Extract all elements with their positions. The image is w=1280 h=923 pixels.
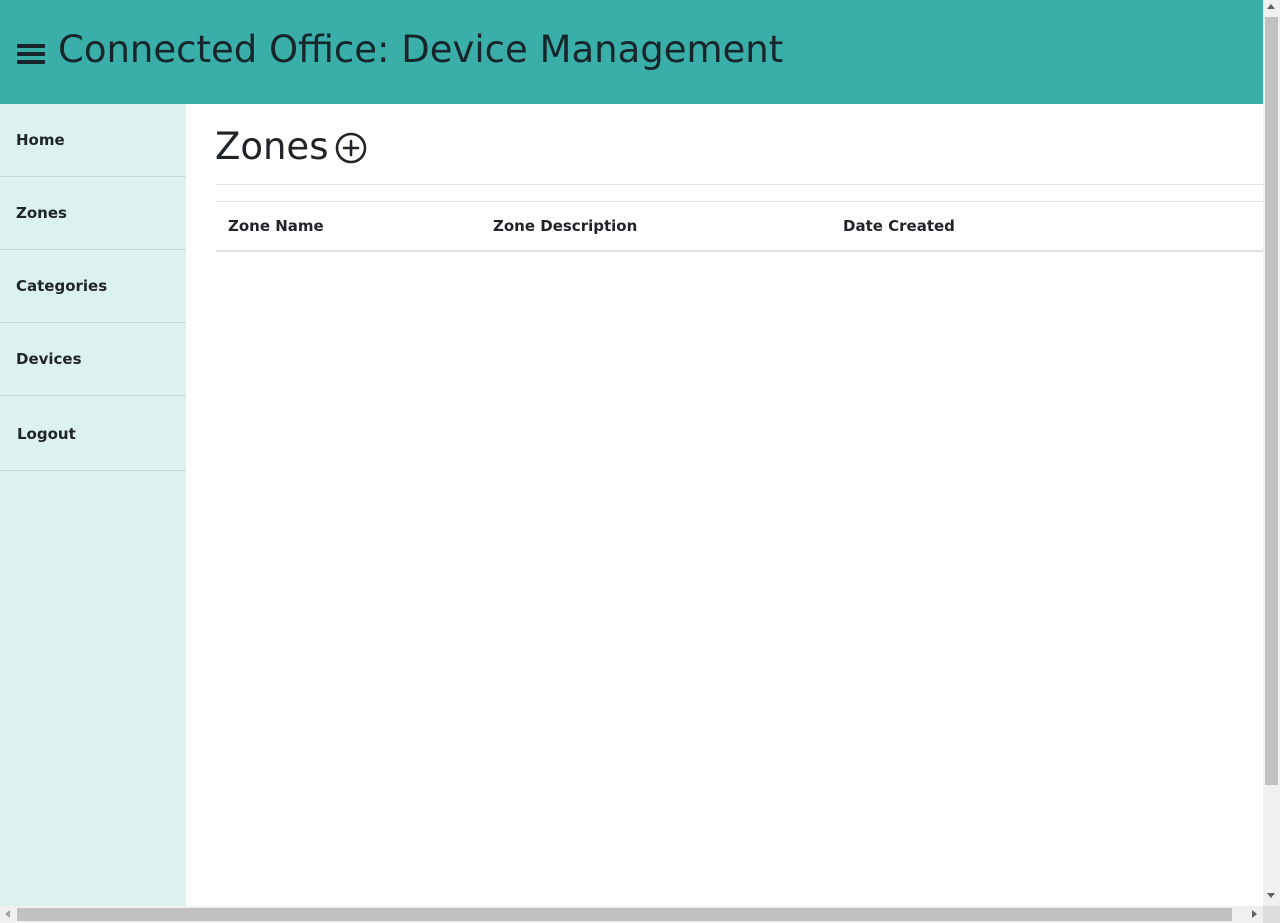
app-header: Connected Office: Device Management [0,0,1263,104]
sidebar-item-logout[interactable]: Logout [0,396,186,471]
sidebar-item-home[interactable]: Home [0,104,186,177]
sidebar-item-label: Home [16,131,65,149]
scroll-down-arrow-icon[interactable] [1267,893,1275,898]
menu-bar [17,60,45,64]
scroll-left-arrow-icon[interactable] [5,910,10,918]
sidebar-item-label: Devices [16,350,82,368]
scroll-right-arrow-icon[interactable] [1252,910,1257,918]
sidebar-item-label: Categories [16,277,108,295]
title-divider [216,184,1263,185]
sidebar-item-categories[interactable]: Categories [0,250,186,323]
sidebar-item-devices[interactable]: Devices [0,323,186,396]
app-title: Connected Office: Device Management [58,28,784,71]
horizontal-scroll-thumb[interactable] [17,908,1232,921]
sidebar: Home Zones Categories Devices Logout [0,104,186,906]
scroll-up-arrow-icon[interactable] [1267,4,1275,9]
vertical-scroll-thumb[interactable] [1265,17,1278,785]
sidebar-item-label: Zones [16,204,67,222]
vertical-scrollbar[interactable] [1263,0,1280,906]
zones-table: Zone Name Zone Description Date Created [216,201,1263,252]
sidebar-item-zones[interactable]: Zones [0,177,186,250]
hamburger-menu-icon[interactable] [17,44,45,64]
browser-viewport: Connected Office: Device Management Home… [0,0,1263,906]
sidebar-item-label: Logout [17,425,76,443]
menu-bar [17,52,45,56]
column-header-date-created[interactable]: Date Created [843,201,1263,252]
table-header-row: Zone Name Zone Description Date Created [216,201,1263,252]
main-content: Zones Zone Name Zone Description Date Cr… [186,104,1263,906]
column-header-zone-name[interactable]: Zone Name [216,201,493,252]
plus-circle-icon[interactable] [334,131,368,165]
menu-bar [17,44,45,48]
scrollbar-corner [1263,906,1280,923]
horizontal-scrollbar[interactable] [0,906,1263,923]
page-title: Zones [215,125,329,168]
column-header-zone-description[interactable]: Zone Description [493,201,843,252]
